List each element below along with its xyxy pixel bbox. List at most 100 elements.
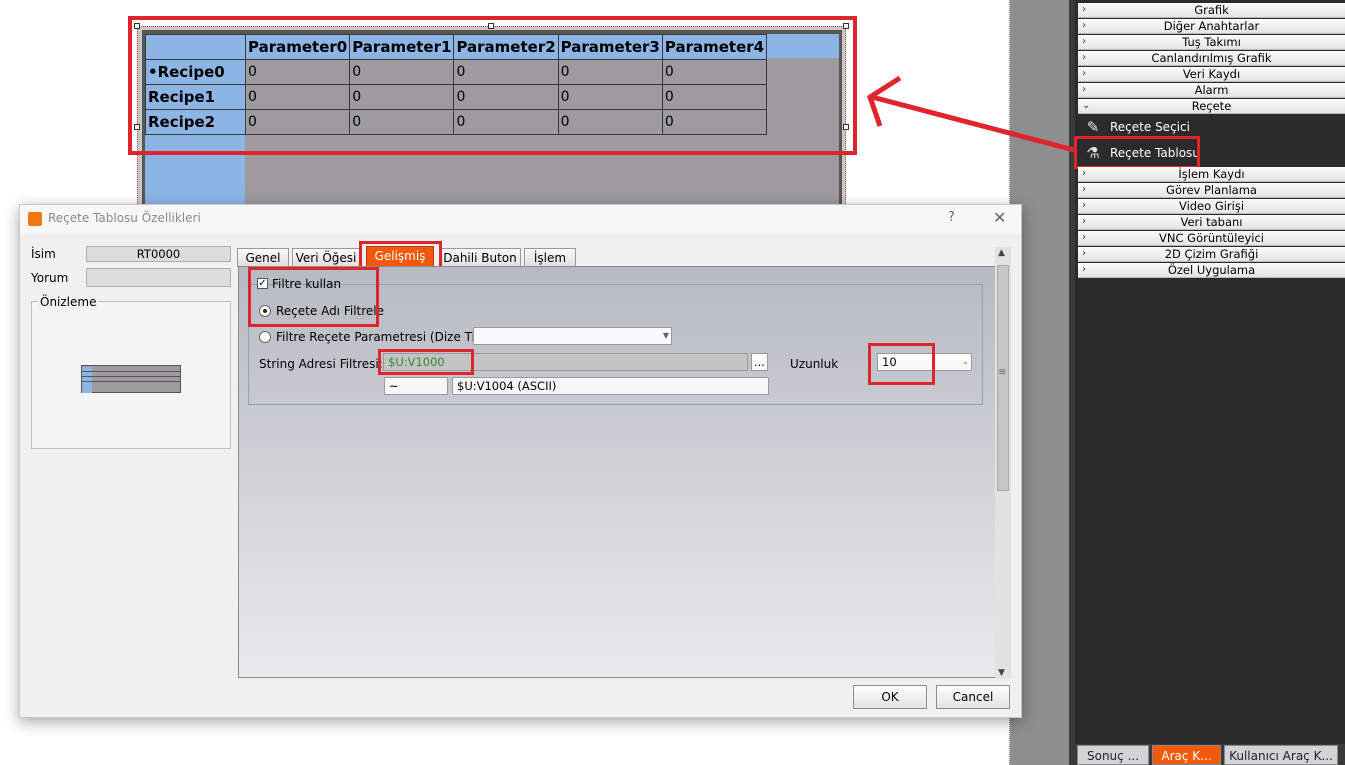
preview-thumbnail [81, 365, 181, 393]
help-button[interactable]: ? [948, 210, 955, 225]
toolbox-category-expanded[interactable]: ⌄ Reçete [1078, 99, 1345, 114]
tab-advanced[interactable]: Gelişmiş [366, 246, 434, 267]
resize-handle[interactable] [134, 23, 140, 29]
length-spinner[interactable]: 10 ⌄ [877, 353, 972, 371]
app-icon [28, 212, 42, 226]
chevron-right-icon: › [1082, 36, 1086, 47]
filter-by-name-label: Reçete Adı Filtrele [276, 304, 384, 318]
toolbox-category[interactable]: › Görev Planlama [1078, 183, 1345, 198]
chevron-right-icon: › [1082, 232, 1086, 243]
resize-handle[interactable] [843, 124, 849, 130]
toolbox-category[interactable]: › Alarm [1078, 83, 1345, 98]
table-cell: 0 [349, 84, 455, 110]
table-cell: 0 [453, 109, 559, 135]
table-cell: 0 [557, 59, 663, 85]
name-field[interactable]: RT0000 [86, 246, 231, 262]
toolbox-category[interactable]: › Veri tabanı [1078, 215, 1345, 230]
table-column-header: Parameter0 [244, 34, 351, 60]
close-button[interactable]: ✕ [993, 208, 1006, 227]
table-cell: 0 [661, 59, 768, 85]
table-cell: 0 [557, 109, 663, 135]
toolbox-category[interactable]: › Grafik [1078, 3, 1345, 18]
grip-icon: ≡ [998, 367, 1007, 378]
tab-general[interactable]: Genel [237, 248, 289, 267]
chevron-right-icon: › [1082, 248, 1086, 259]
preview-row-line [82, 376, 180, 377]
chevron-right-icon: › [1082, 184, 1086, 195]
chevron-right-icon: › [1082, 216, 1086, 227]
pointer-arrow [866, 75, 1075, 153]
recipe-table[interactable]: Parameter0 Parameter1 Parameter2 Paramet… [145, 34, 768, 135]
table-column-header: Parameter3 [557, 34, 663, 60]
toolbox-category[interactable]: › 2D Çizim Grafiği [1078, 247, 1345, 262]
toolbox-category[interactable]: › Veri Kaydı [1078, 67, 1345, 82]
resize-handle[interactable] [843, 23, 849, 29]
ok-button[interactable]: OK [853, 685, 927, 709]
cancel-button[interactable]: Cancel [936, 685, 1010, 709]
chevron-down-icon: ⌄ [1082, 100, 1091, 111]
preview-row-line [82, 381, 180, 382]
toolbox-category[interactable]: › Özel Uygulama [1078, 263, 1345, 278]
tab-user-toolbox[interactable]: Kullanıcı Araç K... [1224, 745, 1338, 765]
length-label: Uzunluk [790, 357, 839, 371]
toolbox-category[interactable]: › Canlandırılmış Grafik [1078, 51, 1345, 66]
table-column-header: Parameter2 [453, 34, 559, 60]
table-cell: 0 [349, 109, 455, 135]
chevron-right-icon: › [1082, 200, 1086, 211]
table-column-header: Parameter1 [349, 34, 455, 60]
resize-handle[interactable] [134, 124, 140, 130]
table-cell: 0 [244, 109, 351, 135]
table-row-header: •Recipe0 [145, 59, 246, 85]
toolbox-item-recipe-selector[interactable]: ✎ Reçete Seçici [1078, 114, 1345, 140]
recipe-selector-icon: ✎ [1086, 118, 1100, 136]
tab-operation[interactable]: İşlem [524, 248, 576, 267]
table-header-row: Parameter0 Parameter1 Parameter2 Paramet… [145, 34, 768, 60]
resize-handle[interactable] [488, 23, 494, 29]
table-cell: 0 [349, 59, 455, 85]
chevron-right-icon: › [1082, 20, 1086, 31]
comment-label: Yorum [31, 271, 69, 285]
chevron-right-icon: › [1082, 168, 1086, 179]
tab-data-item[interactable]: Veri Öğesi [292, 248, 360, 267]
preview-row-line [82, 371, 180, 372]
range-end-address: $U:V1004 (ASCII) [452, 377, 769, 395]
table-cell: 0 [244, 59, 351, 85]
filter-by-param-radio[interactable] [259, 331, 271, 343]
browse-address-button[interactable]: ... [751, 353, 768, 371]
toolbox-item-recipe-table[interactable]: ⚗ Reçete Tablosu [1078, 140, 1345, 166]
toolbox-category[interactable]: › Tuş Takımı [1078, 35, 1345, 50]
recipe-table-icon: ⚗ [1086, 144, 1100, 162]
table-cell: 0 [453, 84, 559, 110]
recipe-table-properties-dialog: Reçete Tablosu Özellikleri ? ✕ İsim RT00… [19, 204, 1022, 718]
filter-param-dropdown[interactable]: ▼ [473, 327, 672, 345]
tab-internal-button[interactable]: Dahili Buton [439, 248, 521, 267]
table-row: Recipe1 0 0 0 0 0 [145, 84, 768, 110]
comment-field[interactable] [86, 268, 231, 287]
table-row: •Recipe0 0 0 0 0 0 [145, 59, 768, 85]
table-corner-cell [145, 34, 246, 60]
scrollbar-thumb[interactable] [997, 265, 1009, 491]
spinner-arrows-icon: ⌄ [962, 357, 969, 366]
toolbox-category[interactable]: › Video Girişi [1078, 199, 1345, 214]
chevron-right-icon: › [1082, 264, 1086, 275]
chevron-right-icon: › [1082, 4, 1086, 15]
use-filter-checkbox[interactable]: ✓ [257, 278, 268, 289]
table-cell: 0 [244, 84, 351, 110]
table-row-header: Recipe2 [145, 109, 246, 135]
toolbox-category[interactable]: › VNC Görüntüleyici [1078, 231, 1345, 246]
scroll-up-icon[interactable]: ▲ [998, 248, 1005, 258]
dialog-scrollbar[interactable]: ▲ ≡ ▼ [995, 247, 1011, 679]
filter-by-name-radio[interactable] [259, 305, 271, 317]
range-separator: ~ [384, 377, 448, 395]
dialog-title: Reçete Tablosu Özellikleri [48, 211, 201, 225]
table-row-header: Recipe1 [145, 84, 246, 110]
tab-results[interactable]: Sonuç ... [1077, 745, 1149, 765]
chevron-down-icon: ▼ [662, 331, 669, 340]
toolbox-category[interactable]: › İşlem Kaydı [1078, 167, 1345, 182]
table-cell: 0 [557, 84, 663, 110]
scroll-down-icon[interactable]: ▼ [998, 668, 1005, 678]
tab-toolbox[interactable]: Araç K... [1152, 745, 1221, 765]
table-cell: 0 [661, 84, 768, 110]
toolbox-category[interactable]: › Diğer Anahtarlar [1078, 19, 1345, 34]
string-address-input[interactable]: $U:V1000 [383, 353, 748, 371]
